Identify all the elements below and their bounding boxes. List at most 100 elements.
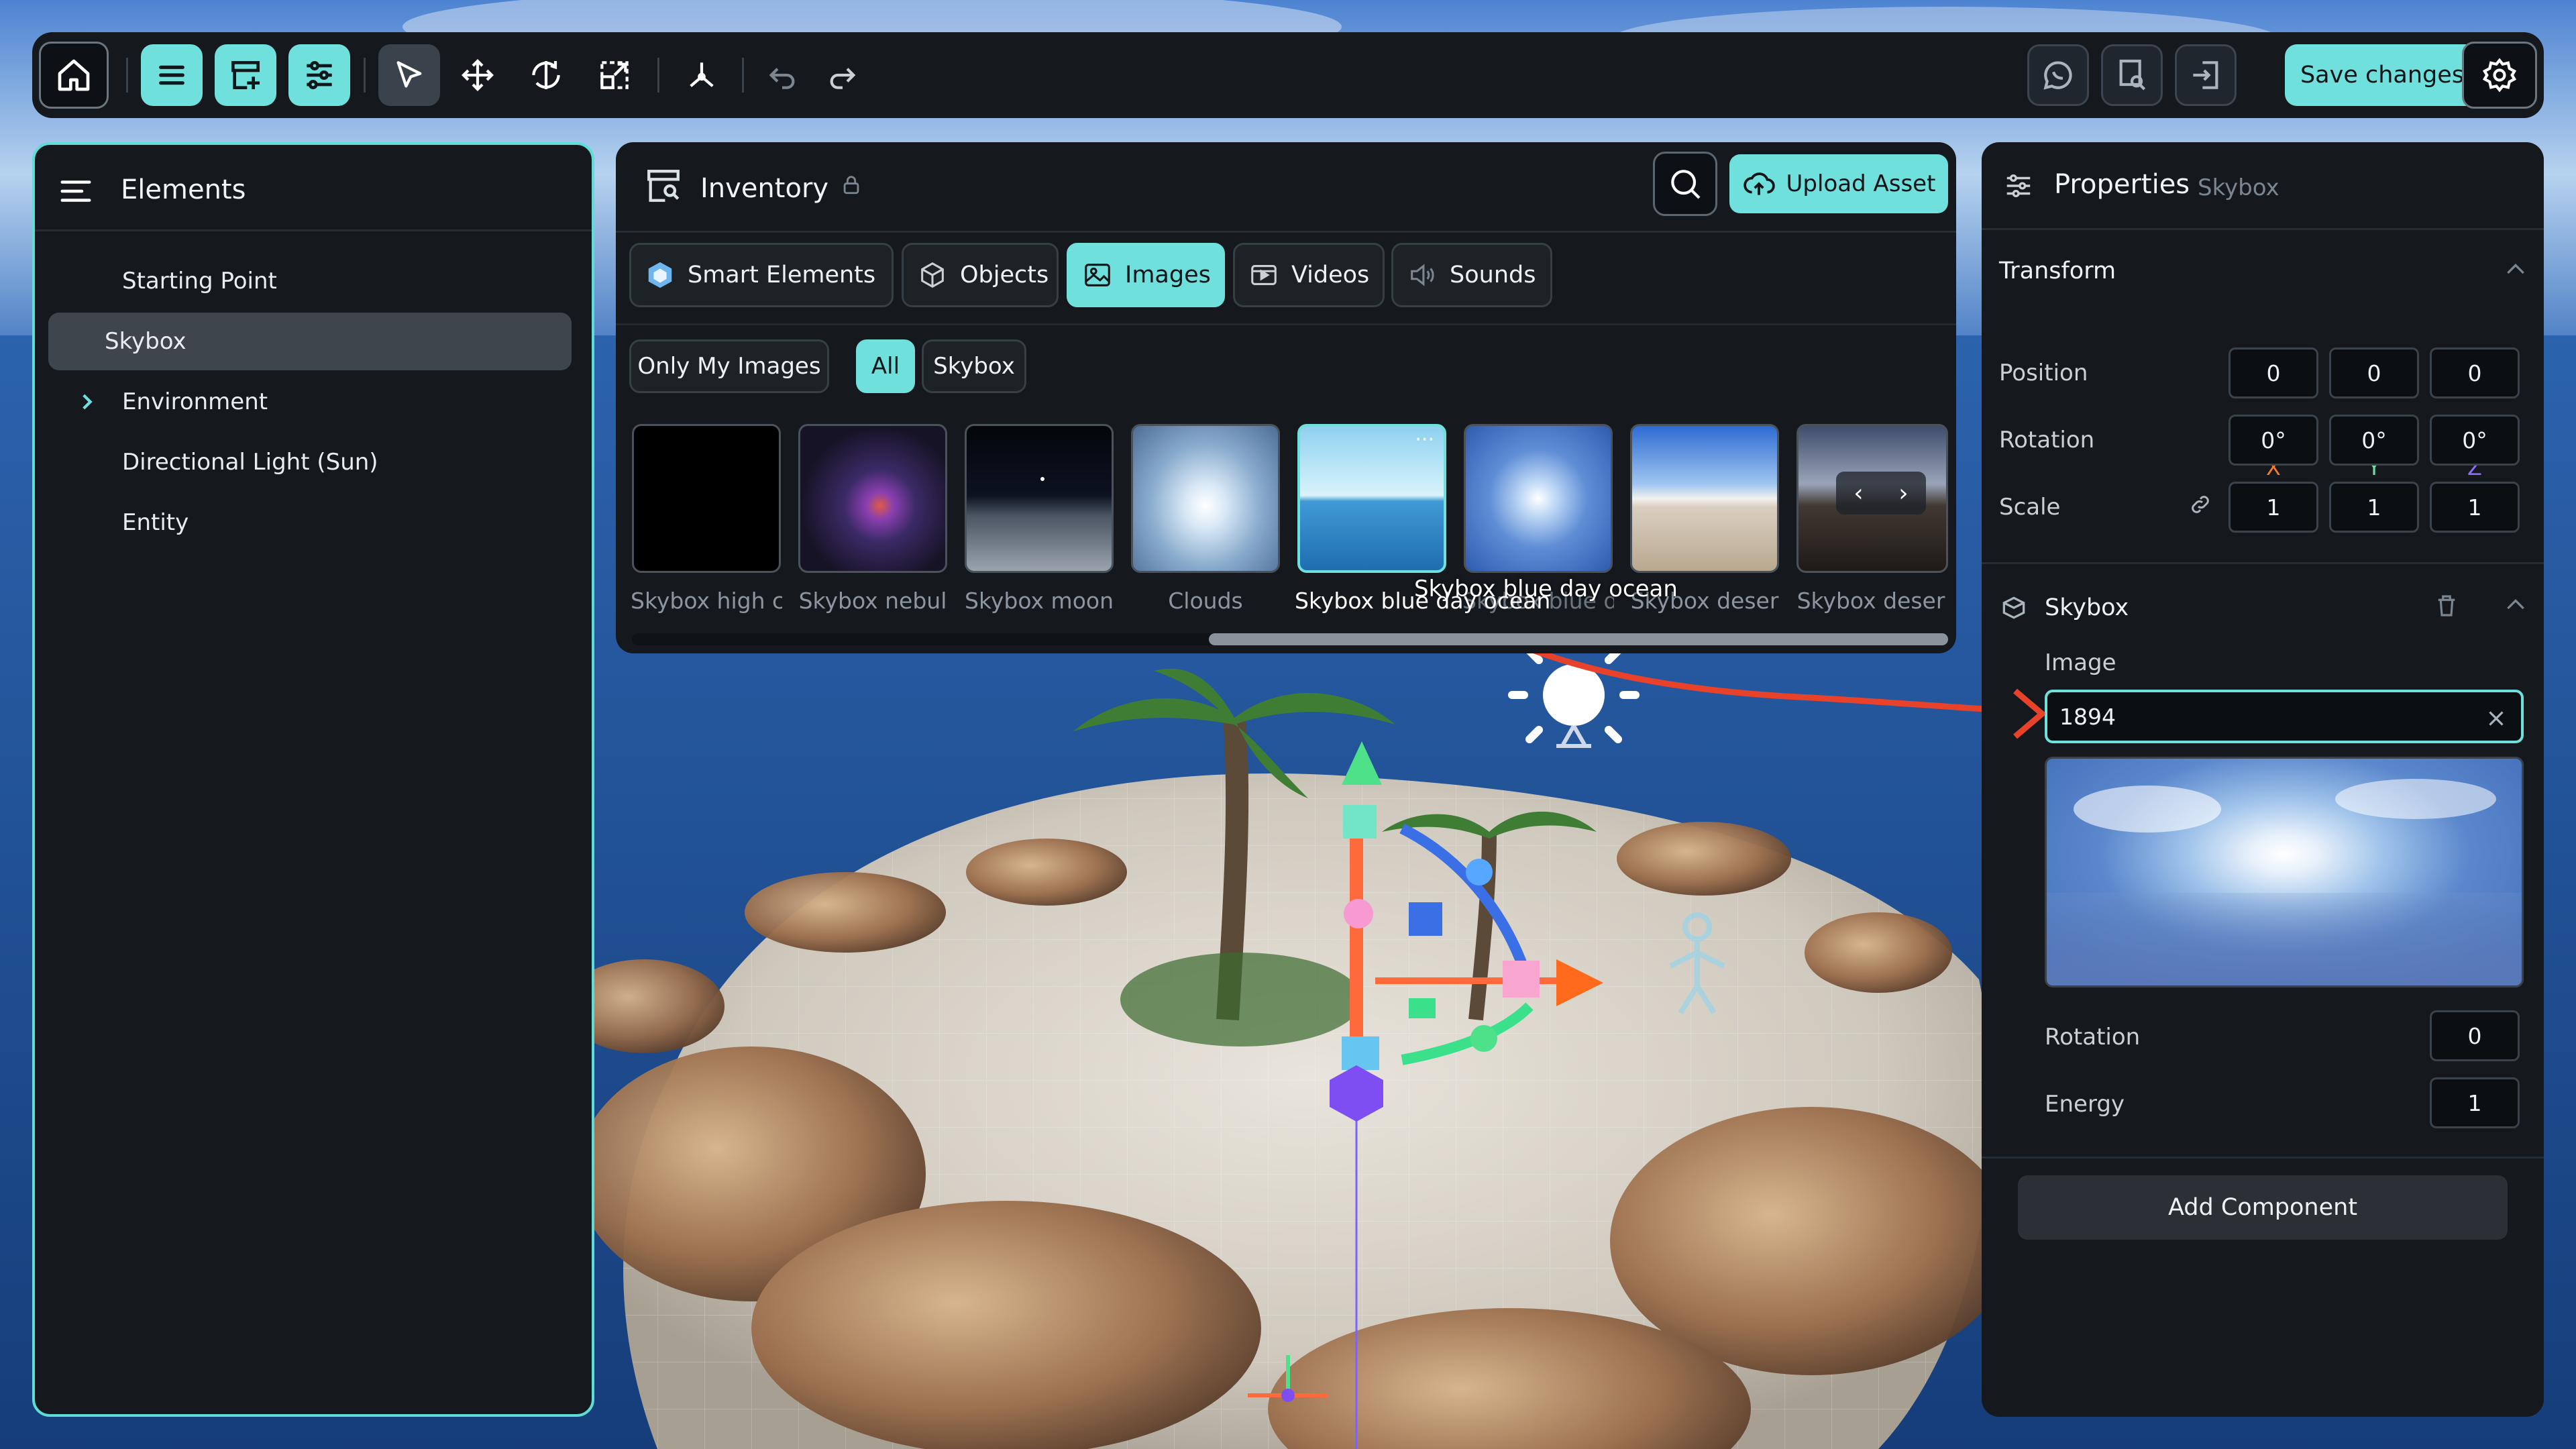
chat-button[interactable] — [2027, 44, 2089, 106]
rotation-y-input[interactable]: 0° — [2329, 415, 2419, 466]
thumbnail-skybox-desert-2[interactable]: ‹ › — [1796, 424, 1948, 573]
scale-x-input[interactable]: 1 — [2229, 482, 2318, 533]
scale-label: Scale — [1999, 494, 2061, 521]
skybox-rotation-input[interactable]: 0 — [2430, 1010, 2520, 1061]
energy-label: Energy — [2045, 1091, 2125, 1118]
chevron-right-icon[interactable] — [75, 390, 98, 413]
add-component-button[interactable]: Add Component — [2018, 1175, 2508, 1240]
rotate-tool-button[interactable] — [515, 44, 577, 106]
redo-button[interactable] — [812, 44, 873, 106]
exit-button[interactable] — [2175, 44, 2237, 106]
chevron-right-icon[interactable]: › — [1898, 480, 1908, 507]
rotation-x-input[interactable]: 0° — [2229, 415, 2318, 466]
filter-skybox[interactable]: Skybox — [922, 339, 1026, 393]
trash-icon[interactable] — [2432, 592, 2461, 620]
section-title-skybox: Skybox — [2045, 594, 2129, 621]
tree-item-label: Starting Point — [122, 268, 277, 294]
menu-icon[interactable] — [58, 173, 94, 209]
tree-item-label: Directional Light (Sun) — [122, 449, 378, 476]
scale-y-input[interactable]: 1 — [2329, 482, 2419, 533]
select-tool-button[interactable] — [378, 44, 440, 106]
sliders-button[interactable] — [288, 44, 350, 106]
tab-label: Videos — [1291, 262, 1370, 288]
upload-asset-button[interactable]: Upload Asset — [1729, 154, 1948, 213]
thumbnail-skybox-blue-day-ocean-cloudy[interactable] — [1464, 424, 1613, 573]
inventory-panel: Inventory Upload Asset Smart Elements Ob… — [616, 142, 1956, 653]
lock-icon[interactable] — [840, 173, 863, 196]
thumbnail-skybox-nebula[interactable] — [798, 424, 947, 573]
position-y-input[interactable]: 0 — [2329, 347, 2419, 398]
search-button[interactable] — [1653, 152, 1717, 216]
search-icon — [1671, 170, 1701, 199]
tab-objects[interactable]: Objects — [902, 243, 1059, 307]
settings-button[interactable] — [2462, 42, 2537, 109]
inventory-icon — [647, 170, 680, 202]
tab-sounds[interactable]: Sounds — [1391, 243, 1552, 307]
more-options-icon[interactable]: ··· — [1415, 430, 1434, 450]
rotation-z-input[interactable]: 0° — [2430, 415, 2520, 466]
tree-item-starting-point[interactable]: Starting Point — [48, 252, 572, 310]
menu-button[interactable] — [141, 44, 203, 106]
link-icon[interactable] — [2188, 492, 2212, 517]
skybox-icon — [2002, 596, 2025, 619]
image-icon — [1085, 264, 1110, 286]
pivot-button[interactable] — [671, 44, 733, 106]
sliders-icon — [307, 61, 332, 89]
thumbnail-label: Skybox high c — [631, 588, 782, 614]
panel-title: Properties — [2054, 169, 2190, 200]
chevron-up-icon[interactable] — [2502, 592, 2529, 619]
properties-panel: Properties Skybox Transform X Y Z Positi… — [1982, 142, 2544, 1417]
horizontal-scrollbar-track[interactable] — [632, 633, 1948, 645]
filter-all[interactable]: All — [856, 339, 915, 393]
horizontal-scrollbar-thumb[interactable] — [1209, 633, 1948, 645]
image-label: Image — [2045, 649, 2116, 676]
thumbnail-label: Clouds — [1168, 588, 1243, 614]
tree-item-environment[interactable]: Environment — [48, 373, 572, 431]
scale-tool-button[interactable] — [584, 44, 645, 106]
scale-icon — [600, 61, 629, 89]
thumbnail-clouds[interactable] — [1131, 424, 1280, 573]
cube-icon — [921, 262, 944, 288]
chevron-left-icon[interactable]: ‹ — [1854, 480, 1863, 507]
position-z-input[interactable]: 0 — [2430, 347, 2520, 398]
position-x-input[interactable]: 0 — [2229, 347, 2318, 398]
move-tool-button[interactable] — [447, 44, 508, 106]
smart-elements-icon — [648, 262, 672, 288]
clear-icon[interactable] — [2483, 706, 2509, 731]
tab-smart-elements[interactable]: Smart Elements — [629, 243, 894, 307]
panel-subtitle: Skybox — [2198, 174, 2279, 201]
thumbnail-skybox-moon[interactable] — [965, 424, 1114, 573]
tree-item-entity[interactable]: Entity — [48, 494, 572, 551]
preview-button[interactable] — [2101, 44, 2163, 106]
thumbnail-skybox-blue-day-ocean[interactable]: ··· — [1297, 424, 1446, 573]
thumbnail-skybox-high-contrast[interactable] — [632, 424, 781, 573]
redo-icon — [830, 68, 856, 89]
tree-item-label: Skybox — [105, 328, 186, 355]
thumbnail-label: Skybox moon — [965, 588, 1114, 614]
save-changes-button[interactable]: Save changes — [2285, 44, 2479, 106]
add-element-button[interactable] — [215, 44, 276, 106]
home-button[interactable] — [39, 42, 109, 109]
thumbnail-label: Skybox deser — [1796, 588, 1945, 614]
rotate-icon — [532, 61, 560, 89]
pivot-icon — [690, 62, 714, 87]
exit-icon — [2193, 61, 2218, 89]
tab-label: Smart Elements — [688, 262, 876, 288]
scale-z-input[interactable]: 1 — [2430, 482, 2520, 533]
panel-title: Elements — [121, 174, 246, 205]
menu-icon — [159, 65, 184, 85]
undo-button[interactable] — [751, 44, 813, 106]
energy-input[interactable]: 1 — [2430, 1077, 2520, 1128]
rotation-label: Rotation — [1999, 427, 2095, 453]
filter-only-my-images[interactable]: Only My Images — [629, 339, 829, 393]
tab-videos[interactable]: Videos — [1233, 243, 1385, 307]
add-element-icon — [231, 61, 260, 89]
tree-item-directional-light[interactable]: Directional Light (Sun) — [48, 433, 572, 491]
tab-images[interactable]: Images — [1067, 243, 1225, 307]
tab-label: Objects — [960, 262, 1049, 288]
tree-item-skybox[interactable]: Skybox — [48, 313, 572, 370]
video-icon — [1251, 265, 1277, 285]
thumbnail-skybox-desert[interactable] — [1630, 424, 1779, 573]
chevron-up-icon[interactable] — [2502, 256, 2529, 283]
image-field[interactable]: 1894 — [2045, 690, 2524, 743]
